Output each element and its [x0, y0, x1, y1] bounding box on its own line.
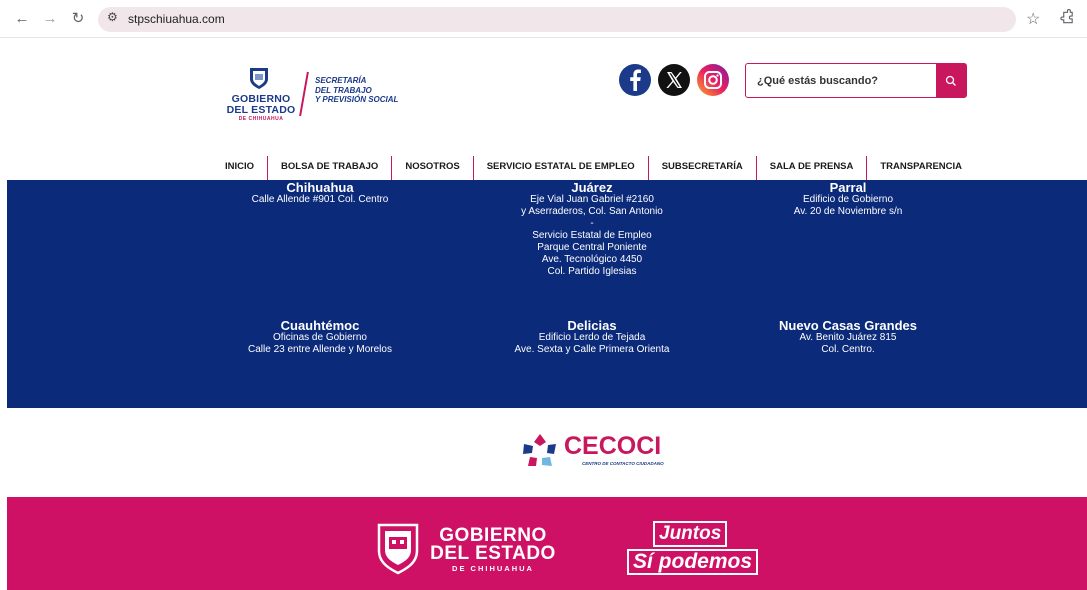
nav-item-subsecretaria[interactable]: SUBSECRETARÍA: [647, 156, 756, 180]
state-shield-icon: [377, 523, 419, 575]
secretaria-logo[interactable]: SECRETARÍA DEL TRABAJO Y PREVISIÓN SOCIA…: [315, 76, 425, 105]
footer-gob-line2: DEL ESTADO: [430, 543, 556, 564]
office-address-line: Parque Central Poniente: [537, 242, 647, 253]
office-address-line: Ave. Tecnológico 4450: [541, 254, 643, 265]
reload-icon[interactable]: ↻: [68, 9, 88, 29]
office-city: Juárez: [571, 180, 613, 195]
office-cuauhtemoc: Cuauhtémoc Oficinas de Gobierno Calle 23…: [190, 319, 450, 356]
browser-toolbar: ← → ↻ ⚙ stpschiuahua.com ☆: [0, 0, 1087, 38]
office-city: Nuevo Casas Grandes: [778, 318, 917, 333]
cecoci-title: CECOCI: [564, 432, 662, 460]
logo-sec-line3: Y PREVISIÓN SOCIAL: [315, 95, 399, 104]
office-address-line: Servicio Estatal de Empleo: [532, 230, 652, 241]
nav-item-servicio-estatal[interactable]: SERVICIO ESTATAL DE EMPLEO: [472, 156, 648, 180]
office-delicias: Delicias Edificio Lerdo de Tejada Ave. S…: [462, 319, 722, 356]
nav-item-sala-de-prensa[interactable]: SALA DE PRENSA: [755, 156, 867, 180]
office-address-line: Eje Vial Juan Gabriel #2160: [530, 194, 654, 205]
site-settings-icon[interactable]: ⚙: [107, 10, 118, 24]
office-city: Delicias: [567, 318, 617, 333]
slogan-line2: Sí podemos: [627, 549, 759, 575]
logo-sec-line1: SECRETARÍA: [315, 76, 367, 85]
office-city: Chihuahua: [286, 180, 354, 195]
site-footer: GOBIERNO DEL ESTADO DE CHIHUAHUA Juntos …: [7, 497, 1087, 590]
juntos-si-podemos-logo: Juntos Sí podemos: [627, 519, 767, 579]
state-shield-icon: [250, 68, 268, 89]
arrow-right-icon[interactable]: →: [40, 9, 60, 29]
x-twitter-icon[interactable]: [657, 63, 691, 97]
footer-gobierno-logo[interactable]: GOBIERNO DEL ESTADO DE CHIHUAHUA: [429, 526, 557, 573]
search-input[interactable]: [746, 64, 936, 97]
office-chihuahua: Chihuahua Calle Allende #901 Col. Centro: [190, 181, 450, 206]
office-address-line: Oficinas de Gobierno: [273, 332, 367, 343]
offices-section: Chihuahua Calle Allende #901 Col. Centro…: [7, 180, 1087, 408]
cecoci-flower-icon: [523, 434, 556, 466]
arrow-left-icon[interactable]: ←: [12, 9, 32, 29]
office-juarez: Juárez Eje Vial Juan Gabriel #2160 y Ase…: [462, 181, 722, 278]
office-address-line: Col. Partido Iglesias: [547, 266, 637, 277]
url-text[interactable]: stpschiuahua.com: [128, 12, 225, 26]
office-address-line: -: [590, 218, 594, 229]
main-nav: INICIO BOLSA DE TRABAJO NOSOTROS SERVICI…: [219, 156, 975, 180]
office-parral: Parral Edificio de Gobierno Av. 20 de No…: [718, 181, 978, 218]
nav-item-nosotros[interactable]: NOSOTROS: [391, 156, 472, 180]
office-address-line: Ave. Sexta y Calle Primera Orienta: [514, 344, 670, 355]
cecoci-logo[interactable]: CECOCI CENTRO DE CONTACTO CIUDADANO: [518, 430, 673, 474]
logo-gob-line2: DEL ESTADO: [226, 104, 296, 116]
office-address-line: y Aserraderos, Col. San Antonio: [521, 206, 663, 217]
instagram-icon[interactable]: [696, 63, 730, 97]
logo-gob-line3: DE CHIHUAHUA: [238, 116, 284, 122]
nav-item-inicio[interactable]: INICIO: [219, 156, 267, 180]
facebook-icon[interactable]: [618, 63, 652, 97]
footer-gob-line3: DE CHIHUAHUA: [452, 564, 534, 573]
address-bar[interactable]: ⚙ stpschiuahua.com: [98, 7, 1016, 32]
office-address-line: Calle 23 entre Allende y Morelos: [248, 344, 392, 355]
office-city: Cuauhtémoc: [280, 318, 360, 333]
nav-item-bolsa-de-trabajo[interactable]: BOLSA DE TRABAJO: [267, 156, 391, 180]
office-nuevo-casas-grandes: Nuevo Casas Grandes Av. Benito Juárez 81…: [718, 319, 978, 356]
office-address-line: Av. Benito Juárez 815: [799, 332, 897, 343]
site-header: GOBIERNO DEL ESTADO DE CHIHUAHUA SECRETA…: [7, 38, 1087, 180]
office-address-line: Calle Allende #901 Col. Centro: [251, 194, 389, 205]
office-city: Parral: [829, 180, 867, 195]
search-icon: [945, 75, 956, 86]
cecoci-subtitle: CENTRO DE CONTACTO CIUDADANO: [582, 461, 664, 466]
slogan-line1: Juntos: [653, 521, 728, 547]
office-address-line: Col. Centro.: [821, 344, 875, 355]
office-address-line: Av. 20 de Noviembre s/n: [793, 206, 903, 217]
nav-item-transparencia[interactable]: TRANSPARENCIA: [866, 156, 975, 180]
extensions-icon[interactable]: [1060, 9, 1075, 25]
bookmark-star-icon[interactable]: ☆: [1026, 9, 1040, 29]
logo-sec-line2: DEL TRABAJO: [315, 85, 372, 95]
office-address-line: Edificio de Gobierno: [802, 194, 894, 205]
search-box: [745, 63, 967, 98]
gobierno-logo[interactable]: GOBIERNO DEL ESTADO DE CHIHUAHUA: [221, 66, 301, 124]
office-address-line: Edificio Lerdo de Tejada: [538, 332, 646, 343]
search-button[interactable]: [936, 64, 966, 97]
